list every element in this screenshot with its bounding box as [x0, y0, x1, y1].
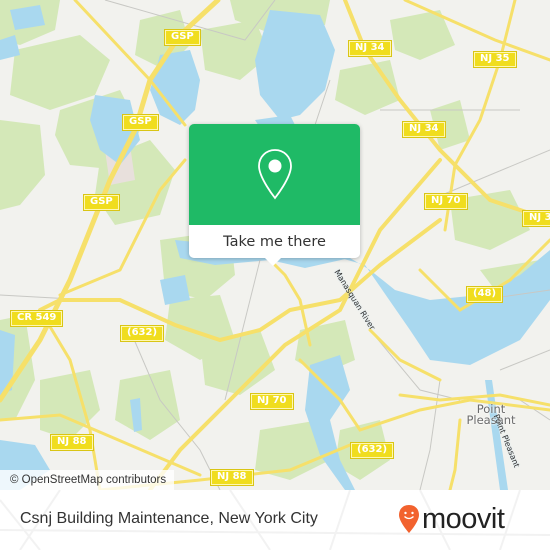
route-shield-nj88: NJ 88 [211, 470, 253, 485]
popup-pointer [265, 258, 281, 266]
location-popup: Take me there [189, 124, 360, 266]
route-shield-gsp: GSP [123, 115, 158, 130]
route-shield-nj3: NJ 3 [523, 211, 550, 226]
footer-bar: Csnj Building Maintenance, New York City… [0, 490, 550, 550]
route-shield-632: (632) [351, 443, 394, 458]
route-shield-gsp: GSP [165, 30, 200, 45]
route-shield-nj35: NJ 35 [474, 52, 516, 67]
map-attribution[interactable]: © OpenStreetMap contributors [0, 470, 175, 490]
place-title: Csnj Building Maintenance, New York City [20, 510, 318, 527]
moovit-wordmark: moovit [422, 502, 505, 535]
map-pin-icon [257, 148, 292, 199]
route-shield-gsp: GSP [84, 195, 119, 210]
route-shield-nj34: NJ 34 [403, 122, 445, 137]
map-view[interactable]: GSP GSP GSP NJ 34 NJ 34 NJ 35 NJ 70 NJ 3… [0, 0, 550, 490]
route-shield-cr549: CR 549 [11, 311, 63, 326]
route-shield-nj88: NJ 88 [51, 435, 93, 450]
route-shield-nj70: NJ 70 [425, 194, 467, 209]
route-shield-48: (48) [467, 287, 503, 302]
route-shield-nj34: NJ 34 [349, 41, 391, 56]
take-me-there-button[interactable]: Take me there [189, 225, 360, 258]
moovit-logo[interactable]: moovit [398, 502, 505, 536]
route-shield-nj70: NJ 70 [251, 394, 293, 409]
popup-header [189, 124, 360, 225]
route-shield-632: (632) [121, 326, 164, 341]
moovit-pin-icon [399, 505, 419, 533]
place-label-point-pleasant: Point Pleasant [466, 402, 516, 427]
